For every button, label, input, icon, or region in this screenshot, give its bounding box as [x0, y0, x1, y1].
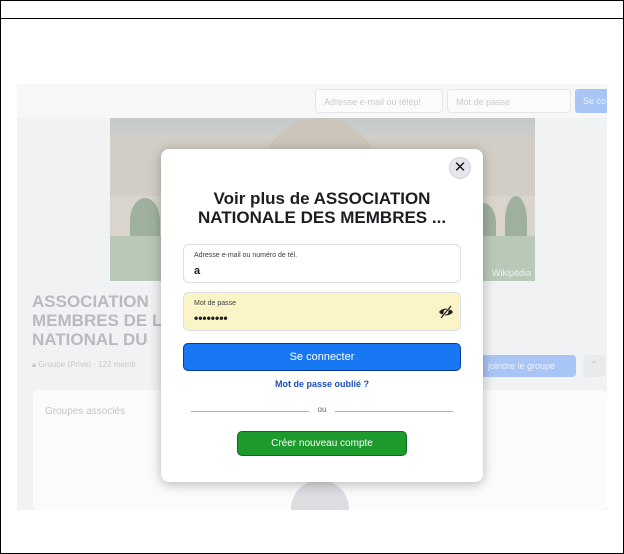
associated-groups-title: Groupes associés [45, 406, 126, 417]
modal-title-line: NATIONALE DES MEMBRES ... [197, 208, 447, 227]
top-bar: Adresse e-mail ou télép! Mot de passe Se… [17, 84, 607, 118]
more-options-button[interactable]: ⌃ [583, 355, 605, 377]
header-password-input[interactable]: Mot de passe [447, 89, 571, 113]
password-field[interactable]: Mot de passe •••••••• [183, 292, 461, 331]
password-field-label: Mot de passe [194, 300, 237, 307]
login-modal: ✕ Voir plus de ASSOCIATION NATIONALE DES… [161, 149, 483, 482]
create-account-button[interactable]: Créer nouveau compte [237, 431, 407, 456]
close-icon[interactable]: ✕ [449, 157, 471, 179]
divider-text: ou [317, 405, 327, 414]
group-title: ASSOCIATION MEMBRES DE L NATIONAL DU [32, 292, 182, 349]
modal-title: Voir plus de ASSOCIATION NATIONALE DES M… [161, 189, 483, 227]
divider-left [191, 411, 309, 412]
eye-slash-icon[interactable] [438, 304, 454, 320]
email-field[interactable]: Adresse e-mail ou numéro de tél. a [183, 244, 461, 283]
cover-credit: Wikipédia [491, 268, 531, 278]
header-login-button[interactable]: Se co [575, 89, 607, 113]
group-title-line: NATIONAL DU [32, 330, 148, 349]
join-group-button[interactable]: joindre le groupe [480, 355, 576, 377]
lock-icon: 🔒︎ [32, 360, 37, 369]
group-title-line: MEMBRES DE L [32, 311, 163, 330]
group-meta-text: Groupe (Privé) · 122 memb [38, 360, 136, 369]
login-button[interactable]: Se connecter [183, 343, 461, 371]
avatar [291, 480, 349, 510]
password-field-value[interactable]: •••••••• [194, 311, 228, 325]
frame-divider [1, 18, 623, 19]
divider-right [335, 411, 453, 412]
modal-title-line: Voir plus de ASSOCIATION [213, 189, 431, 208]
header-email-input[interactable]: Adresse e-mail ou télép! [315, 89, 443, 113]
group-title-line: ASSOCIATION [32, 292, 149, 311]
email-field-label: Adresse e-mail ou numéro de tél. [194, 252, 298, 259]
forgot-password-link[interactable]: Mot de passe oublié ? [161, 379, 483, 389]
group-meta: 🔒︎ Groupe (Privé) · 122 memb [32, 360, 136, 370]
email-field-value[interactable]: a [194, 265, 200, 277]
screenshot-frame: Adresse e-mail ou télép! Mot de passe Se… [0, 0, 624, 554]
